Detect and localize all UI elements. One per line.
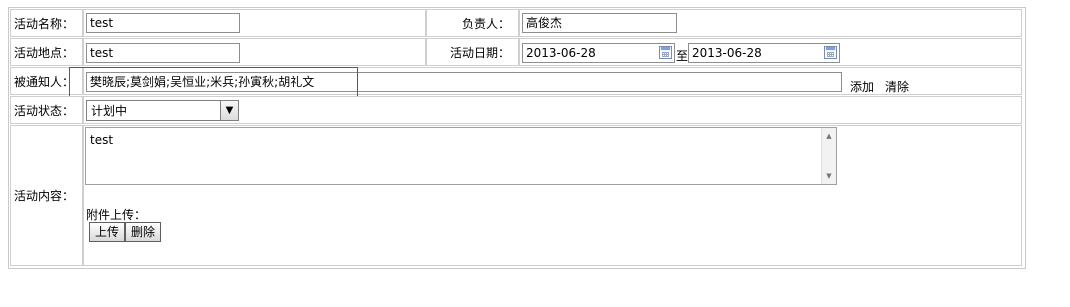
chevron-down-icon[interactable]: ▼ — [220, 101, 238, 120]
calendar-icon[interactable] — [659, 46, 672, 59]
delete-button[interactable]: 删除 — [125, 222, 161, 242]
scroll-up-icon[interactable]: ▲ — [822, 129, 836, 143]
owner-label-cell: 负责人： — [426, 9, 519, 37]
content-value: test — [90, 133, 114, 147]
end-date-input[interactable]: 2013-06-28 — [688, 43, 840, 63]
activity-name-label-cell: 活动名称： — [10, 9, 83, 37]
content-label: 活动内容： — [13, 189, 74, 203]
textarea-scrollbar[interactable]: ▲ ▼ — [821, 128, 836, 184]
scroll-down-icon[interactable]: ▼ — [822, 169, 836, 183]
activity-place-input[interactable]: test — [86, 43, 240, 63]
activity-name-label: 活动名称： — [13, 16, 74, 31]
attachment-label: 附件上传： — [86, 208, 147, 222]
end-date-value: 2013-06-28 — [692, 46, 762, 60]
status-label: 活动状态： — [13, 103, 74, 118]
activity-name-input[interactable]: test — [86, 13, 240, 33]
content-textarea[interactable]: test ▲ ▼ — [85, 127, 837, 185]
activity-place-label: 活动地点： — [13, 45, 74, 60]
owner-label: 负责人： — [461, 16, 510, 31]
clear-notify-button[interactable]: 清除 — [885, 78, 909, 95]
status-selected-value: 计划中 — [91, 104, 128, 118]
highlight-box — [69, 67, 358, 97]
status-label-cell: 活动状态： — [10, 96, 83, 124]
start-date-value: 2013-06-28 — [526, 46, 596, 60]
activity-place-label-cell: 活动地点： — [10, 38, 83, 66]
calendar-icon[interactable] — [824, 46, 837, 59]
owner-input[interactable]: 高俊杰 — [522, 13, 677, 33]
activity-date-label-cell: 活动日期： — [426, 38, 519, 66]
content-label-cell: 活动内容： — [10, 125, 83, 266]
date-separator: 至 — [676, 49, 689, 63]
start-date-input[interactable]: 2013-06-28 — [522, 43, 675, 63]
activity-date-label: 活动日期： — [449, 45, 510, 60]
notify-label: 被通知人： — [13, 74, 74, 89]
upload-button[interactable]: 上传 — [89, 222, 125, 242]
status-select[interactable]: 计划中 ▼ — [86, 100, 239, 121]
add-notify-button[interactable]: 添加 — [850, 78, 874, 95]
